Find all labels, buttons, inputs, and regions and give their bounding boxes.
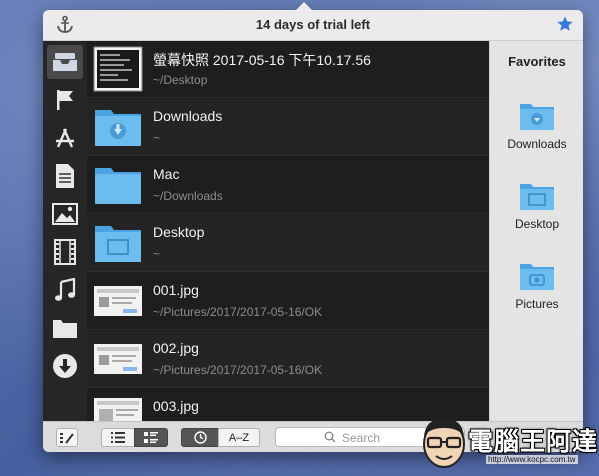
search-icon bbox=[324, 431, 336, 443]
sidebar-item-downloads[interactable] bbox=[47, 349, 83, 383]
sidebar-item-flagged[interactable] bbox=[47, 83, 83, 117]
file-name: Downloads bbox=[153, 108, 223, 124]
watermark: 電腦王阿達 http://www.kocpc.com.tw bbox=[418, 414, 597, 472]
file-path: ~/Pictures/2017/2017-05-16/OK bbox=[153, 305, 323, 319]
folder-icon bbox=[95, 168, 141, 204]
app-window: 14 days of trial left 螢幕快照 2017-05-16 下午… bbox=[43, 10, 583, 452]
image-icon bbox=[52, 203, 78, 225]
sidebar-item-folders[interactable] bbox=[47, 311, 83, 345]
search-placeholder: Search bbox=[342, 431, 381, 445]
file-name: 002.jpg bbox=[153, 340, 199, 356]
file-name: 螢幕快照 2017-05-16 下午10.17.56 bbox=[153, 52, 371, 68]
file-name: 003.jpg bbox=[153, 398, 199, 414]
watermark-url: http://www.kocpc.com.tw bbox=[486, 455, 578, 464]
pictures-folder-icon bbox=[520, 264, 554, 290]
music-note-icon bbox=[55, 278, 76, 301]
list-item[interactable]: Desktop ~ bbox=[87, 215, 489, 272]
favorite-label: Downloads bbox=[507, 137, 567, 151]
sidebar-item-applications[interactable] bbox=[47, 121, 83, 155]
favorite-label: Pictures bbox=[515, 297, 559, 311]
list-item[interactable]: 螢幕快照 2017-05-16 下午10.17.56 ~/Desktop bbox=[87, 41, 489, 98]
clock-icon bbox=[193, 431, 207, 444]
sidebar-item-music[interactable] bbox=[47, 273, 83, 307]
folder-icon bbox=[53, 320, 77, 338]
window-title: 14 days of trial left bbox=[255, 17, 371, 32]
inbox-tray-icon bbox=[53, 53, 77, 71]
favorite-desktop[interactable]: Desktop bbox=[490, 181, 583, 231]
edit-list-icon bbox=[60, 432, 74, 444]
detail-view-button[interactable] bbox=[134, 428, 168, 447]
category-sidebar bbox=[43, 41, 87, 421]
star-icon[interactable] bbox=[556, 15, 574, 33]
list-view-button[interactable] bbox=[101, 428, 135, 447]
film-icon bbox=[54, 239, 76, 265]
screenshot-thumbnail-icon bbox=[93, 46, 143, 92]
document-icon bbox=[56, 164, 74, 188]
list-item[interactable]: 001.jpg ~/Pictures/2017/2017-05-16/OK bbox=[87, 273, 489, 330]
download-circle-icon bbox=[53, 354, 77, 378]
image-thumbnail-icon bbox=[94, 286, 142, 316]
downloads-folder-icon bbox=[95, 110, 141, 146]
edit-button[interactable] bbox=[56, 428, 78, 447]
favorite-pictures[interactable]: Pictures bbox=[490, 261, 583, 311]
desktop-folder-icon bbox=[95, 226, 141, 262]
sidebar-item-documents[interactable] bbox=[47, 159, 83, 193]
app-store-icon bbox=[56, 128, 74, 148]
mascot-face-icon bbox=[423, 418, 465, 468]
favorite-label: Desktop bbox=[514, 217, 560, 231]
file-path: ~/Pictures/2017/2017-05-16/OK bbox=[153, 363, 323, 377]
favorites-panel: Favorites Downloads Desktop Pictures bbox=[489, 41, 583, 421]
file-path: ~/Downloads bbox=[153, 189, 223, 203]
downloads-folder-icon bbox=[520, 104, 554, 130]
desktop-folder-icon bbox=[520, 184, 554, 210]
sidebar-item-movies[interactable] bbox=[47, 235, 83, 269]
list-item[interactable]: Downloads ~ bbox=[87, 99, 489, 156]
file-path: ~/Desktop bbox=[153, 73, 208, 87]
flag-icon bbox=[57, 90, 73, 110]
sort-by-date-button[interactable] bbox=[181, 428, 219, 447]
watermark-text: 電腦王阿達 bbox=[468, 428, 599, 456]
favorite-downloads[interactable]: Downloads bbox=[490, 101, 583, 151]
detail-view-icon bbox=[144, 432, 158, 443]
list-item[interactable]: Mac ~/Downloads bbox=[87, 157, 489, 214]
file-name: Mac bbox=[153, 166, 180, 182]
title-bar: 14 days of trial left bbox=[43, 10, 583, 41]
list-view-icon bbox=[111, 432, 125, 443]
sidebar-item-recents[interactable] bbox=[47, 45, 83, 79]
file-path: ~ bbox=[153, 247, 161, 261]
sidebar-item-images[interactable] bbox=[47, 197, 83, 231]
file-name: Desktop bbox=[153, 224, 205, 240]
list-item[interactable]: 002.jpg ~/Pictures/2017/2017-05-16/OK bbox=[87, 331, 489, 388]
sort-alphabetical-button[interactable]: A–Z bbox=[218, 428, 260, 447]
file-path: ~ bbox=[153, 131, 161, 145]
image-thumbnail-icon bbox=[94, 344, 142, 374]
popover-arrow bbox=[295, 2, 313, 11]
favorites-title: Favorites bbox=[508, 54, 566, 69]
file-name: 001.jpg bbox=[153, 282, 199, 298]
image-thumbnail-icon bbox=[94, 398, 142, 421]
recent-files-list: 螢幕快照 2017-05-16 下午10.17.56 ~/Desktop Dow… bbox=[87, 41, 489, 421]
